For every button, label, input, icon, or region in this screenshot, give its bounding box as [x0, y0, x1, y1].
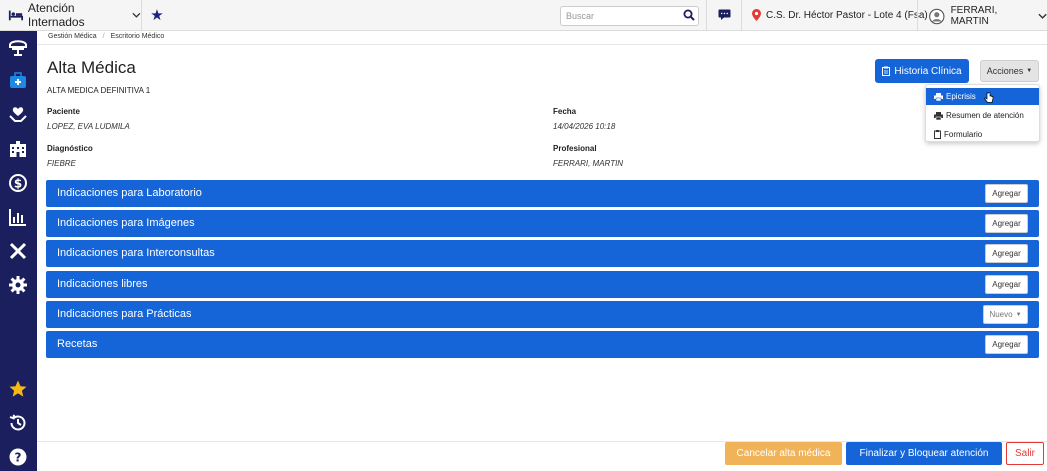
search-input[interactable]: Buscar [560, 6, 699, 26]
chat-icon[interactable] [718, 9, 731, 20]
module-selector[interactable]: Atención Internados [0, 0, 142, 31]
salir-button[interactable]: Salir [1006, 442, 1044, 465]
agregar-button[interactable]: Agregar [985, 214, 1028, 233]
breadcrumb-separator: / [102, 33, 105, 40]
divider [741, 0, 742, 31]
module-label: Atención Internados [27, 1, 85, 29]
billing-icon[interactable]: $ [8, 173, 28, 193]
divider [706, 0, 707, 31]
acciones-button[interactable]: Acciones ▼ [980, 60, 1039, 82]
section-laboratorio[interactable]: Indicaciones para Laboratorio Agregar [46, 180, 1039, 207]
acciones-label: Acciones [986, 66, 1024, 76]
historia-clinica-label: Historia Clínica [894, 65, 962, 77]
section-label: Indicaciones libres [57, 278, 148, 290]
section-practicas[interactable]: Indicaciones para Prácticas Nuevo ▼ [46, 301, 1039, 328]
profesional-label: Profesional [553, 144, 597, 153]
chevron-down-icon [1038, 13, 1047, 19]
section-label: Indicaciones para Laboratorio [57, 187, 202, 199]
search-icon[interactable] [683, 9, 695, 21]
caret-down-icon: ▼ [1026, 68, 1033, 74]
printer-icon [934, 111, 943, 120]
help-icon[interactable]: ? [8, 447, 28, 467]
agregar-button[interactable]: Agregar [985, 335, 1028, 354]
nuevo-label: Nuevo [989, 310, 1013, 319]
menu-item-epicrisis[interactable]: Epicrisis [926, 88, 1039, 105]
section-libres[interactable]: Indicaciones libres Agregar [46, 271, 1039, 298]
section-label: Recetas [57, 338, 98, 350]
section-recetas[interactable]: Recetas Agregar [46, 331, 1039, 358]
chevron-down-icon [132, 12, 141, 18]
acciones-dropdown-menu: Epicrisis Resumen de atención Formulario [925, 84, 1040, 142]
svg-text:?: ? [15, 451, 22, 465]
breadcrumb-item[interactable]: Escritorio Médico [111, 33, 165, 40]
menu-item-label: Formulario [944, 130, 983, 139]
location-selector[interactable]: C.S. Dr. Héctor Pastor - Lote 4 (Fsa) [752, 9, 928, 21]
top-bar: Atención Internados ★ Buscar C.S. Dr. Hé… [0, 0, 1047, 31]
breadcrumb: Gestión Médica / Escritorio Médico [37, 31, 1047, 45]
profesional-value: FERRARI, MARTIN [553, 159, 624, 168]
caret-down-icon: ▼ [1015, 311, 1022, 318]
diagnostico-value: FIEBRE [47, 159, 76, 168]
paciente-value: LOPEZ, EVA LUDMILA [47, 122, 130, 131]
section-label: Indicaciones para Prácticas [57, 308, 192, 320]
settings-icon[interactable] [8, 275, 28, 295]
bed-icon [8, 10, 24, 21]
section-label: Indicaciones para Imágenes [57, 217, 195, 229]
map-pin-icon [752, 9, 761, 21]
location-label: C.S. Dr. Héctor Pastor - Lote 4 (Fsa) [766, 9, 928, 21]
historia-clinica-button[interactable]: Historia Clínica [875, 59, 969, 83]
breadcrumb-item[interactable]: Gestión Médica [48, 33, 97, 40]
section-interconsultas[interactable]: Indicaciones para Interconsultas Agregar [46, 240, 1039, 267]
page-title: Alta Médica [47, 58, 136, 77]
cancelar-alta-button[interactable]: Cancelar alta médica [725, 442, 842, 465]
menu-item-label: Epicrisis [946, 92, 976, 101]
menu-item-label: Resumen de atención [946, 111, 1024, 120]
fecha-value: 14/04/2026 10:18 [553, 122, 616, 131]
user-menu[interactable]: FERRARI, MARTIN [929, 5, 1047, 27]
care-hands-icon[interactable] [8, 105, 28, 125]
menu-item-resumen[interactable]: Resumen de atención [926, 107, 1039, 124]
divider [917, 0, 918, 31]
agregar-button[interactable]: Agregar [985, 244, 1028, 263]
history-icon[interactable] [8, 413, 28, 433]
favorites-star-icon[interactable] [8, 379, 28, 399]
tools-icon[interactable] [8, 241, 28, 261]
agregar-button[interactable]: Agregar [985, 184, 1028, 203]
svg-text:$: $ [14, 177, 22, 191]
nuevo-dropdown-button[interactable]: Nuevo ▼ [983, 305, 1028, 324]
dashboard-icon[interactable] [8, 37, 28, 57]
agregar-button[interactable]: Agregar [985, 275, 1028, 294]
paciente-label: Paciente [47, 107, 80, 116]
reports-chart-icon[interactable] [8, 207, 28, 227]
hospital-icon[interactable] [8, 139, 28, 159]
diagnostico-label: Diagnóstico [47, 144, 93, 153]
menu-item-formulario[interactable]: Formulario [926, 126, 1039, 143]
section-imagenes[interactable]: Indicaciones para Imágenes Agregar [46, 210, 1039, 237]
finalizar-bloquear-button[interactable]: Finalizar y Bloquear atención [846, 442, 1002, 465]
user-name: FERRARI, MARTIN [950, 5, 998, 27]
favorites-star-icon[interactable]: ★ [142, 6, 172, 24]
clipboard-icon [882, 66, 891, 76]
medical-case-icon[interactable] [8, 71, 28, 91]
mouse-pointer-icon [984, 92, 994, 103]
clipboard-icon [934, 130, 941, 139]
sidebar: $ ? [0, 31, 37, 471]
printer-icon [934, 92, 943, 101]
section-label: Indicaciones para Interconsultas [57, 247, 215, 259]
fecha-label: Fecha [553, 107, 577, 116]
user-avatar-icon [929, 8, 945, 24]
page-subtitle: ALTA MEDICA DEFINITIVA 1 [47, 86, 151, 95]
